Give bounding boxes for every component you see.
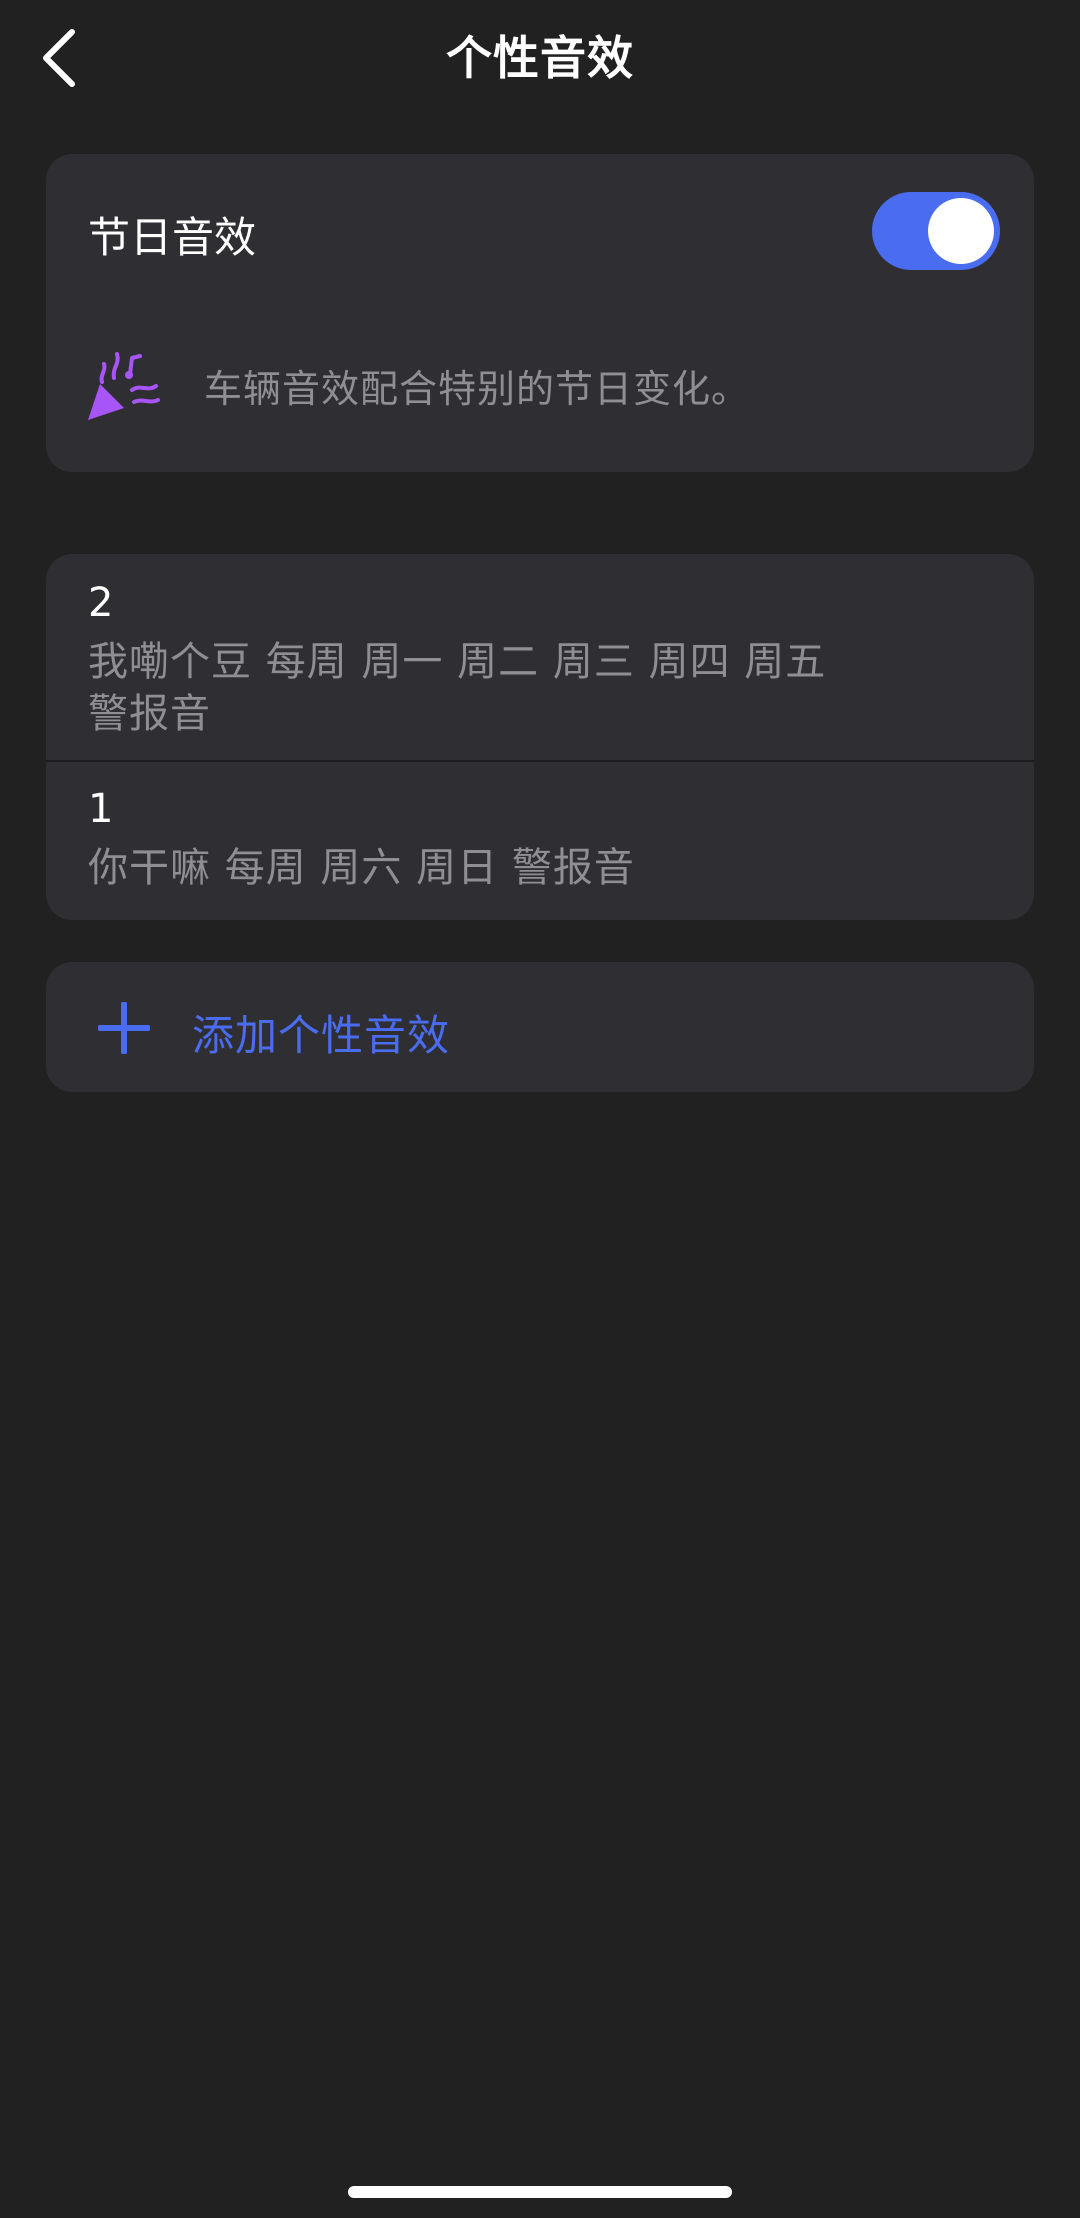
party-popper-icon (88, 352, 160, 420)
holiday-sound-card: 节日音效 车辆音效配合特别的节日变化。 (46, 154, 1034, 472)
holiday-sound-title: 节日音效 (88, 213, 257, 262)
list-item[interactable]: 2 我嘞个豆 每周 周一 周二 周三 周四 周五 警报音 (46, 554, 1034, 760)
sound-detail: 我嘞个豆 每周 周一 周二 周三 周四 周五 警报音 (88, 639, 827, 737)
holiday-sound-description: 车辆音效配合特别的节日变化。 (204, 367, 751, 411)
toggle-knob (928, 198, 994, 264)
sound-name: 2 (88, 580, 114, 626)
plus-icon (98, 1002, 150, 1054)
list-item[interactable]: 1 你干嘛 每周 周六 周日 警报音 (46, 762, 1034, 920)
page-title: 个性音效 (446, 31, 634, 85)
add-custom-sound-label: 添加个性音效 (192, 1011, 451, 1060)
custom-sound-list: 2 我嘞个豆 每周 周一 周二 周三 周四 周五 警报音 1 你干嘛 每周 周六… (46, 554, 1034, 920)
sound-name: 1 (88, 786, 114, 832)
top-bar: 个性音效 (0, 0, 1080, 112)
add-custom-sound-button[interactable]: 添加个性音效 (46, 962, 1034, 1092)
holiday-sound-toggle[interactable] (872, 192, 1000, 270)
add-sound-card: 添加个性音效 (46, 962, 1034, 1092)
home-indicator[interactable] (348, 2186, 732, 2198)
sound-detail: 你干嘛 每周 周六 周日 警报音 (88, 845, 635, 891)
